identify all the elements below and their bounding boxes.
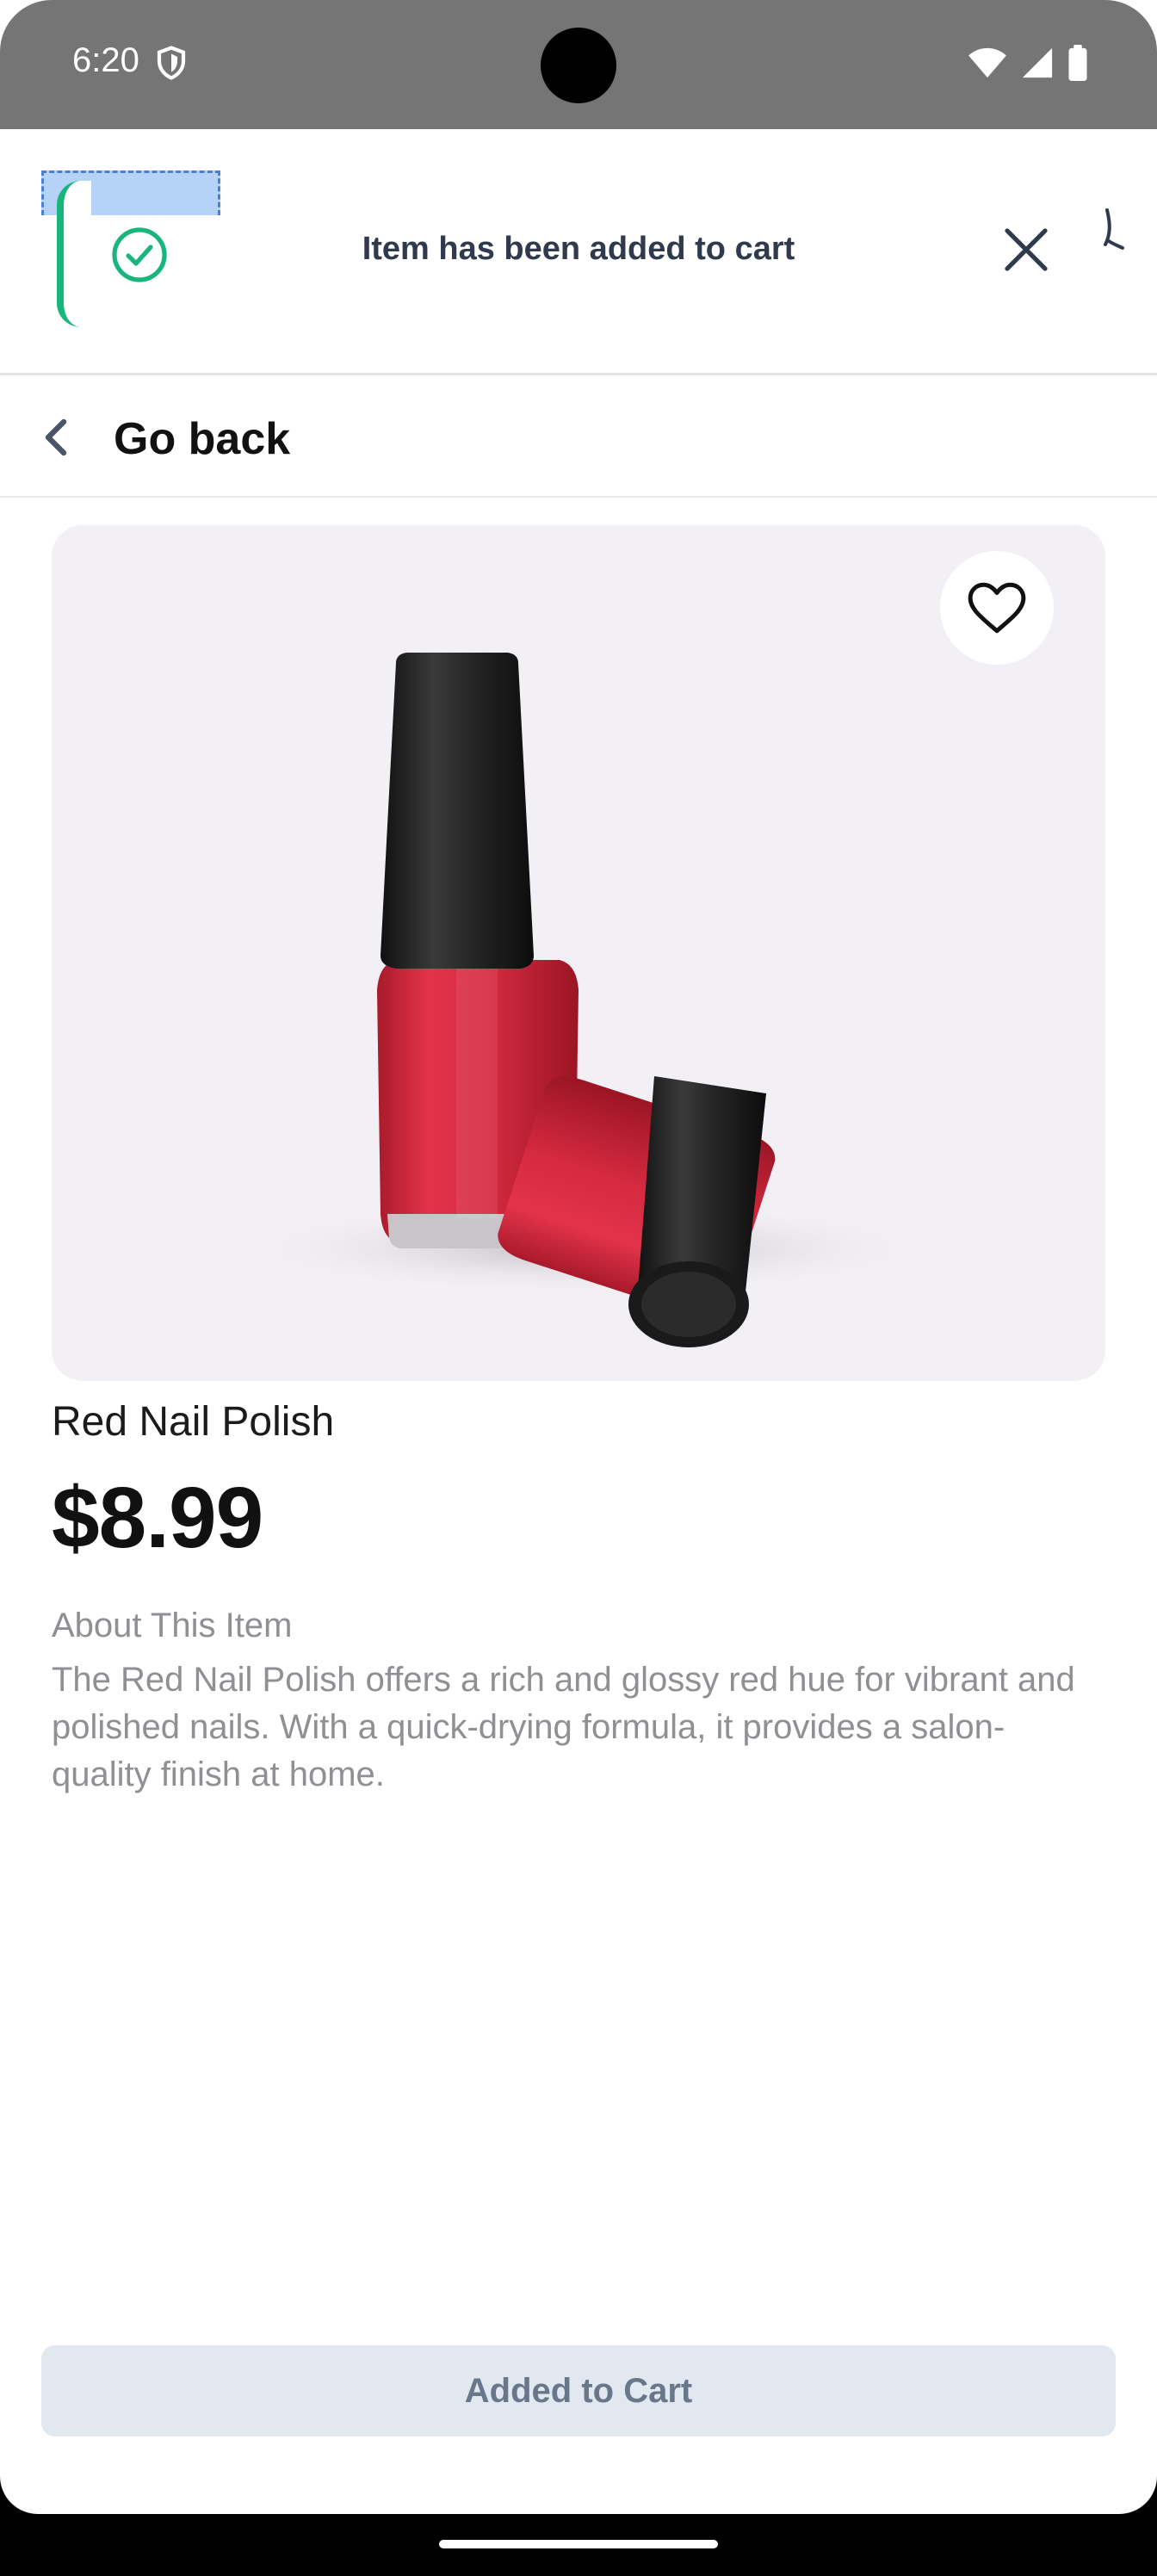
about-title: About This Item: [52, 1607, 293, 1644]
status-bar: 6:20: [0, 0, 1157, 129]
heart-icon: [968, 582, 1026, 634]
status-time: 6:20: [72, 41, 139, 79]
wifi-icon: [968, 47, 1006, 78]
favorite-button[interactable]: [940, 551, 1054, 665]
shield-icon: [157, 46, 186, 80]
swipe-indicator: [1104, 208, 1124, 250]
page-header: Go back: [0, 377, 1157, 498]
nail-polish-illustration: [224, 653, 947, 1347]
toast-message: Item has been added to cart: [362, 231, 795, 267]
product-price: $8.99: [52, 1470, 263, 1566]
about-description: The Red Nail Polish offers a rich and gl…: [52, 1661, 1075, 1793]
cart-toast: Item has been added to cart: [0, 129, 1157, 375]
product-name: Red Nail Polish: [52, 1399, 335, 1445]
chevron-left-icon[interactable]: [40, 417, 74, 458]
status-icons: [968, 45, 1088, 81]
signal-icon: [1022, 47, 1053, 78]
close-icon[interactable]: [999, 222, 1054, 277]
added-to-cart-button[interactable]: Added to Cart: [41, 2345, 1116, 2437]
app-screen: 6:20 Item has been added to cart Go back…: [0, 0, 1157, 2514]
battery-icon: [1068, 45, 1087, 81]
product-image: [52, 525, 1105, 1381]
camera-cutout: [541, 28, 616, 103]
gesture-nav-bar[interactable]: [439, 2540, 718, 2548]
go-back-link[interactable]: Go back: [114, 413, 290, 465]
